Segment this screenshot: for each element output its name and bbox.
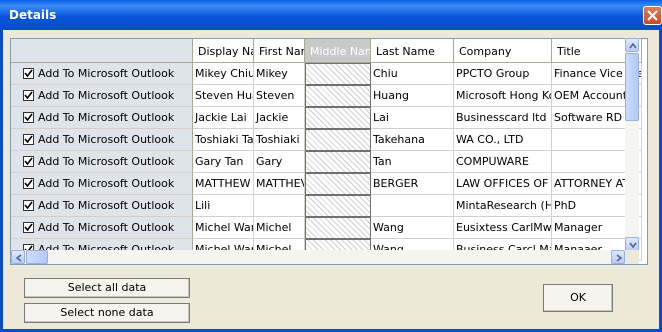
cell-first[interactable]: Gary: [254, 151, 305, 173]
cell-display[interactable]: Jackie Lai: [193, 107, 254, 129]
add-to-outlook-checkbox-cell[interactable]: Add To Microsoft Outlook: [11, 85, 193, 107]
header-first-name[interactable]: First Name: [254, 39, 305, 63]
horizontal-scroll-thumb[interactable]: [26, 250, 48, 264]
scroll-up-button[interactable]: [625, 38, 639, 52]
select-all-button[interactable]: Select all data: [24, 278, 190, 298]
cell-first[interactable]: Steven: [254, 85, 305, 107]
scroll-down-icon: [629, 242, 637, 249]
add-to-outlook-label: Add To Microsoft Outlook: [38, 67, 175, 80]
checkmark-icon: [24, 69, 33, 78]
middle-name-cell[interactable]: [305, 217, 371, 239]
cell-company[interactable]: COMPUWARE: [454, 151, 552, 173]
add-to-outlook-label: Add To Microsoft Outlook: [38, 199, 175, 212]
cell-first[interactable]: Jackie: [254, 107, 305, 129]
vertical-scrollbar[interactable]: [625, 38, 639, 251]
checkmark-icon: [24, 201, 33, 210]
scroll-right-button[interactable]: [611, 250, 625, 264]
scroll-right-icon: [616, 254, 623, 262]
cell-last[interactable]: Lai: [371, 107, 454, 129]
add-to-outlook-label: Add To Microsoft Outlook: [38, 155, 175, 168]
cell-first[interactable]: Toshiaki: [254, 129, 305, 151]
scroll-left-icon: [15, 254, 22, 262]
add-to-outlook-checkbox-cell[interactable]: Add To Microsoft Outlook: [11, 217, 193, 239]
cell-first[interactable]: [254, 195, 305, 217]
cell-last[interactable]: [371, 195, 454, 217]
checkmark-icon: [24, 157, 33, 166]
cell-first[interactable]: Mikey: [254, 63, 305, 85]
checkmark-icon: [24, 91, 33, 100]
middle-name-cell[interactable]: [305, 85, 371, 107]
cell-company[interactable]: Businesscard ltd: [454, 107, 552, 129]
cell-last[interactable]: BERGER: [371, 173, 454, 195]
cell-display[interactable]: Steven Huar: [193, 85, 254, 107]
checkmark-icon: [24, 135, 33, 144]
checkbox[interactable]: [23, 156, 34, 167]
cell-last[interactable]: Wang: [371, 217, 454, 239]
checkbox[interactable]: [23, 90, 34, 101]
checkbox[interactable]: [23, 112, 34, 123]
middle-name-cell[interactable]: [305, 173, 371, 195]
cell-company[interactable]: Eusixtess CarlMwmge: [454, 217, 552, 239]
middle-name-cell[interactable]: [305, 63, 371, 85]
add-to-outlook-label: Add To Microsoft Outlook: [38, 89, 175, 102]
vertical-scroll-thumb[interactable]: [625, 53, 639, 121]
checkbox[interactable]: [23, 134, 34, 145]
cell-display[interactable]: Lili: [193, 195, 254, 217]
checkmark-icon: [24, 113, 33, 122]
cell-company[interactable]: LAW OFFICES OF AI: [454, 173, 552, 195]
add-to-outlook-label: Add To Microsoft Outlook: [38, 133, 175, 146]
add-to-outlook-checkbox-cell[interactable]: Add To Microsoft Outlook: [11, 63, 193, 85]
checkbox[interactable]: [23, 68, 34, 79]
cell-company[interactable]: PPCTO Group: [454, 63, 552, 85]
checkmark-icon: [24, 223, 33, 232]
cell-company[interactable]: WA CO., LTD: [454, 129, 552, 151]
header-display-name[interactable]: Display Nam: [193, 39, 254, 63]
cell-display[interactable]: Mikey Chiu: [193, 63, 254, 85]
cell-company[interactable]: Microsoft Hong Kong: [454, 85, 552, 107]
add-to-outlook-checkbox-cell[interactable]: Add To Microsoft Outlook: [11, 151, 193, 173]
add-to-outlook-label: Add To Microsoft Outlook: [38, 111, 175, 124]
cell-last[interactable]: Takehana: [371, 129, 454, 151]
add-to-outlook-checkbox-cell[interactable]: Add To Microsoft Outlook: [11, 129, 193, 151]
header-middle-name[interactable]: Middle Name: [305, 39, 371, 63]
header-last-name[interactable]: Last Name: [371, 39, 454, 63]
cell-last[interactable]: Tan: [371, 151, 454, 173]
scroll-corner: [625, 250, 639, 264]
cell-first[interactable]: MATTHEV: [254, 173, 305, 195]
horizontal-scrollbar[interactable]: [11, 250, 625, 264]
add-to-outlook-label: Add To Microsoft Outlook: [38, 221, 175, 234]
cell-first[interactable]: Michel: [254, 217, 305, 239]
close-icon: [647, 10, 658, 21]
middle-name-cell[interactable]: [305, 129, 371, 151]
add-to-outlook-label: Add To Microsoft Outlook: [38, 177, 175, 190]
middle-name-cell[interactable]: [305, 151, 371, 173]
cell-last[interactable]: Huang: [371, 85, 454, 107]
header-company[interactable]: Company: [454, 39, 552, 63]
header-blank: [11, 39, 193, 63]
scroll-down-button[interactable]: [625, 237, 639, 251]
scroll-left-button[interactable]: [11, 250, 25, 264]
add-to-outlook-checkbox-cell[interactable]: Add To Microsoft Outlook: [11, 107, 193, 129]
cell-company[interactable]: MintaResearch (HK): [454, 195, 552, 217]
middle-name-cell[interactable]: [305, 107, 371, 129]
checkmark-icon: [24, 179, 33, 188]
contacts-grid[interactable]: Display NamFirst NameMiddle NameLast Nam…: [10, 38, 648, 265]
checkbox[interactable]: [23, 200, 34, 211]
title-bar[interactable]: Details: [0, 0, 662, 30]
cell-display[interactable]: MATTHEW I: [193, 173, 254, 195]
cell-last[interactable]: Chiu: [371, 63, 454, 85]
window-title: Details: [9, 8, 57, 22]
cell-display[interactable]: Toshiaki Tak: [193, 129, 254, 151]
checkbox[interactable]: [23, 178, 34, 189]
close-button[interactable]: [643, 6, 662, 25]
cell-display[interactable]: Gary Tan: [193, 151, 254, 173]
add-to-outlook-checkbox-cell[interactable]: Add To Microsoft Outlook: [11, 195, 193, 217]
cell-display[interactable]: Michel Wang: [193, 217, 254, 239]
scroll-up-icon: [629, 42, 637, 49]
middle-name-cell[interactable]: [305, 195, 371, 217]
add-to-outlook-checkbox-cell[interactable]: Add To Microsoft Outlook: [11, 173, 193, 195]
ok-button[interactable]: OK: [543, 284, 613, 312]
checkbox[interactable]: [23, 222, 34, 233]
select-none-button[interactable]: Select none data: [24, 303, 190, 323]
